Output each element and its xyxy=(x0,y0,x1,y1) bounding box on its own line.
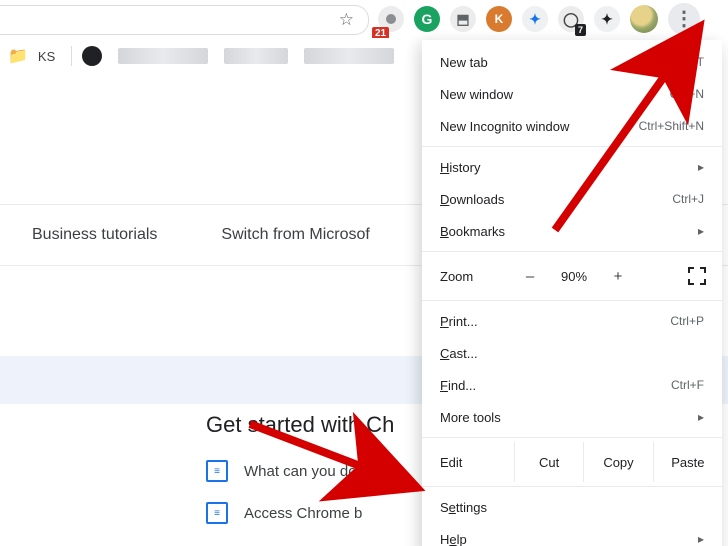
extension-icon-1[interactable]: 21 xyxy=(378,6,404,32)
chevron-right-icon: ▸ xyxy=(698,532,704,546)
document-icon: ≡ xyxy=(206,502,228,524)
folder-icon: 📁 xyxy=(8,46,28,66)
extension-icon-k[interactable]: K xyxy=(486,6,512,32)
list-item-label: What can you do xyxy=(244,463,357,480)
edit-label: Edit xyxy=(422,442,514,482)
menu-item-print[interactable]: Print... Ctrl+P xyxy=(422,305,722,337)
extension-icon-6[interactable]: ◯ 7 xyxy=(558,6,584,32)
badge-7: 7 xyxy=(575,24,586,36)
zoom-label: Zoom xyxy=(440,269,510,284)
tab-switch-from-microsoft[interactable]: Switch from Microsof xyxy=(189,226,401,244)
chevron-right-icon: ▸ xyxy=(698,410,704,424)
menu-item-bookmarks[interactable]: Bookmarks ▸ xyxy=(422,215,722,247)
menu-edit-row: Edit Cut Copy Paste xyxy=(422,442,722,482)
address-bar[interactable]: ☆ xyxy=(0,5,369,35)
browser-toolbar: ☆ 21 G ⬒ K ✦ ◯ 7 ✦ ⋮ xyxy=(0,0,728,39)
chrome-main-menu: New tab Ctrl+T New window Ctrl+N New Inc… xyxy=(422,40,722,546)
menu-item-find[interactable]: Find... Ctrl+F xyxy=(422,369,722,401)
tab-business-tutorials[interactable]: Business tutorials xyxy=(0,226,189,244)
menu-item-settings[interactable]: Settings xyxy=(422,491,722,523)
extension-icon-grammarly[interactable]: G xyxy=(414,6,440,32)
list-item[interactable]: ≡ What can you do xyxy=(206,460,357,482)
fullscreen-icon xyxy=(688,267,706,285)
menu-item-downloads[interactable]: Downloads Ctrl+J xyxy=(422,183,722,215)
edit-copy-button[interactable]: Copy xyxy=(583,442,652,482)
menu-separator xyxy=(422,437,722,438)
menu-separator xyxy=(422,300,722,301)
divider xyxy=(71,46,72,66)
bookmark-item-redacted-3[interactable] xyxy=(304,48,394,64)
document-icon: ≡ xyxy=(206,460,228,482)
extensions-puzzle-icon[interactable]: ✦ xyxy=(594,6,620,32)
chevron-right-icon: ▸ xyxy=(698,224,704,238)
list-item[interactable]: ≡ Access Chrome b xyxy=(206,502,362,524)
menu-separator xyxy=(422,146,722,147)
menu-item-new-tab[interactable]: New tab Ctrl+T xyxy=(422,46,722,78)
zoom-out-button[interactable]: – xyxy=(510,268,550,285)
zoom-value: 90% xyxy=(550,269,598,284)
list-item-label: Access Chrome b xyxy=(244,505,362,522)
menu-separator xyxy=(422,251,722,252)
menu-item-new-window[interactable]: New window Ctrl+N xyxy=(422,78,722,110)
chevron-right-icon: ▸ xyxy=(698,160,704,174)
extension-icon-5[interactable]: ✦ xyxy=(522,6,548,32)
edit-paste-button[interactable]: Paste xyxy=(653,442,722,482)
menu-zoom-row: Zoom – 90% + xyxy=(422,256,722,296)
bookmark-star-icon[interactable]: ☆ xyxy=(339,10,354,30)
bookmark-item-redacted-2[interactable] xyxy=(224,48,288,64)
profile-avatar[interactable] xyxy=(630,5,658,33)
bookmark-item-redacted-1[interactable] xyxy=(118,48,208,64)
extensions-row: 21 G ⬒ K ✦ ◯ 7 ✦ ⋮ xyxy=(378,2,720,36)
menu-item-help[interactable]: Help ▸ xyxy=(422,523,722,546)
bookmark-folder-ks[interactable]: KS xyxy=(38,49,55,64)
edit-cut-button[interactable]: Cut xyxy=(514,442,583,482)
zoom-in-button[interactable]: + xyxy=(598,268,638,285)
menu-item-more-tools[interactable]: More tools ▸ xyxy=(422,401,722,433)
menu-item-history[interactable]: History ▸ xyxy=(422,151,722,183)
bookmark-favicon-1[interactable] xyxy=(82,46,102,66)
get-started-heading: Get started with Ch xyxy=(206,412,394,438)
extension-icon-3[interactable]: ⬒ xyxy=(450,6,476,32)
menu-separator xyxy=(422,486,722,487)
menu-item-cast[interactable]: Cast... xyxy=(422,337,722,369)
fullscreen-button[interactable] xyxy=(686,265,708,287)
menu-item-new-incognito[interactable]: New Incognito window Ctrl+Shift+N xyxy=(422,110,722,142)
chrome-menu-button[interactable]: ⋮ xyxy=(668,3,700,35)
